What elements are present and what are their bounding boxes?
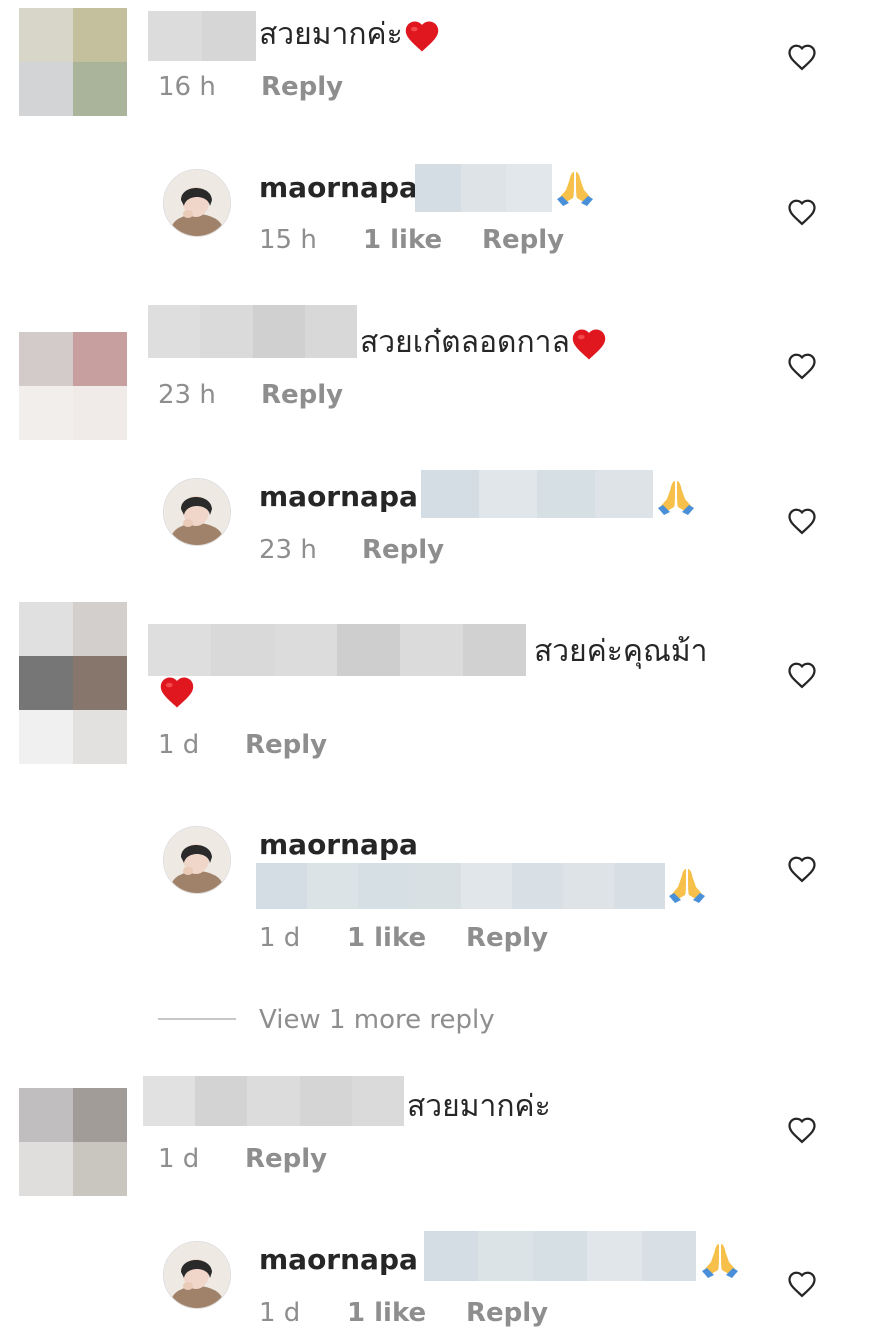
red-heart-emoji xyxy=(570,327,608,361)
comment-time: 23 h xyxy=(158,380,216,410)
red-heart-emoji xyxy=(403,19,441,53)
comment-time: 1 d xyxy=(158,730,200,760)
mentioned-username-blurred[interactable] xyxy=(415,164,553,212)
reply-username[interactable]: maornapa xyxy=(259,477,418,517)
folded-hands-emoji xyxy=(699,1240,741,1280)
reply-button[interactable]: Reply xyxy=(466,1296,548,1330)
profile-photo xyxy=(164,827,230,893)
comment-time: 1 d xyxy=(158,1144,200,1174)
reply-button[interactable]: Reply xyxy=(466,921,548,955)
view-more-replies[interactable]: View 1 more reply xyxy=(259,1003,495,1037)
maornapa-avatar[interactable] xyxy=(163,478,231,546)
mentioned-username-blurred[interactable] xyxy=(256,863,665,909)
reply-button[interactable]: Reply xyxy=(261,70,343,104)
commenter-username-blurred[interactable] xyxy=(148,305,357,358)
reply-time: 15 h xyxy=(259,225,317,255)
like-heart-icon[interactable] xyxy=(787,43,817,71)
maornapa-avatar[interactable] xyxy=(163,169,231,237)
reply-time: 1 d xyxy=(259,1298,301,1328)
like-heart-icon[interactable] xyxy=(787,855,817,883)
mentioned-username-blurred[interactable] xyxy=(421,470,653,518)
commenter-avatar[interactable] xyxy=(19,1088,127,1196)
reply-button[interactable]: Reply xyxy=(362,533,444,567)
like-heart-icon[interactable] xyxy=(787,352,817,380)
likes-count[interactable]: 1 like xyxy=(347,921,426,955)
mentioned-username-blurred[interactable] xyxy=(424,1231,697,1281)
reply-username[interactable]: maornapa xyxy=(259,1240,418,1280)
commenter-avatar[interactable] xyxy=(19,8,127,116)
folded-hands-emoji xyxy=(655,477,697,517)
reply-time: 23 h xyxy=(259,535,317,565)
reply-button[interactable]: Reply xyxy=(482,223,564,257)
maornapa-avatar[interactable] xyxy=(163,826,231,894)
likes-count[interactable]: 1 like xyxy=(363,223,442,257)
folded-hands-emoji xyxy=(666,865,708,905)
reply-time: 1 d xyxy=(259,923,301,953)
like-heart-icon[interactable] xyxy=(787,661,817,689)
profile-photo xyxy=(164,1242,230,1308)
likes-count[interactable]: 1 like xyxy=(347,1296,426,1330)
commenter-avatar[interactable] xyxy=(19,332,127,440)
folded-hands-emoji xyxy=(554,168,596,208)
red-heart-emoji xyxy=(158,675,196,709)
like-heart-icon[interactable] xyxy=(787,507,817,535)
like-heart-icon[interactable] xyxy=(787,1116,817,1144)
comment-text: สวยมากค่ะ xyxy=(259,10,441,60)
commenter-username-blurred[interactable] xyxy=(148,11,256,61)
reply-button[interactable]: Reply xyxy=(261,378,343,412)
commenter-avatar[interactable] xyxy=(19,602,127,764)
commenter-username-blurred[interactable] xyxy=(148,624,526,676)
profile-photo xyxy=(164,479,230,545)
like-heart-icon[interactable] xyxy=(787,1270,817,1298)
comment-text: สวยมากค่ะ xyxy=(407,1089,551,1124)
like-heart-icon[interactable] xyxy=(787,198,817,226)
commenter-username-blurred[interactable] xyxy=(143,1076,405,1126)
reply-username[interactable]: maornapa xyxy=(259,825,418,865)
reply-button[interactable]: Reply xyxy=(245,1142,327,1176)
reply-username[interactable]: maornapa xyxy=(259,168,418,208)
comment-text: สวยเก๋ตลอดกาล xyxy=(360,318,608,368)
reply-button[interactable]: Reply xyxy=(245,728,327,762)
view-more-divider xyxy=(158,1018,236,1020)
comment-time: 16 h xyxy=(158,72,216,102)
maornapa-avatar[interactable] xyxy=(163,1241,231,1309)
profile-photo xyxy=(164,170,230,236)
comment-text: สวยค่ะคุณม้า xyxy=(534,634,708,669)
